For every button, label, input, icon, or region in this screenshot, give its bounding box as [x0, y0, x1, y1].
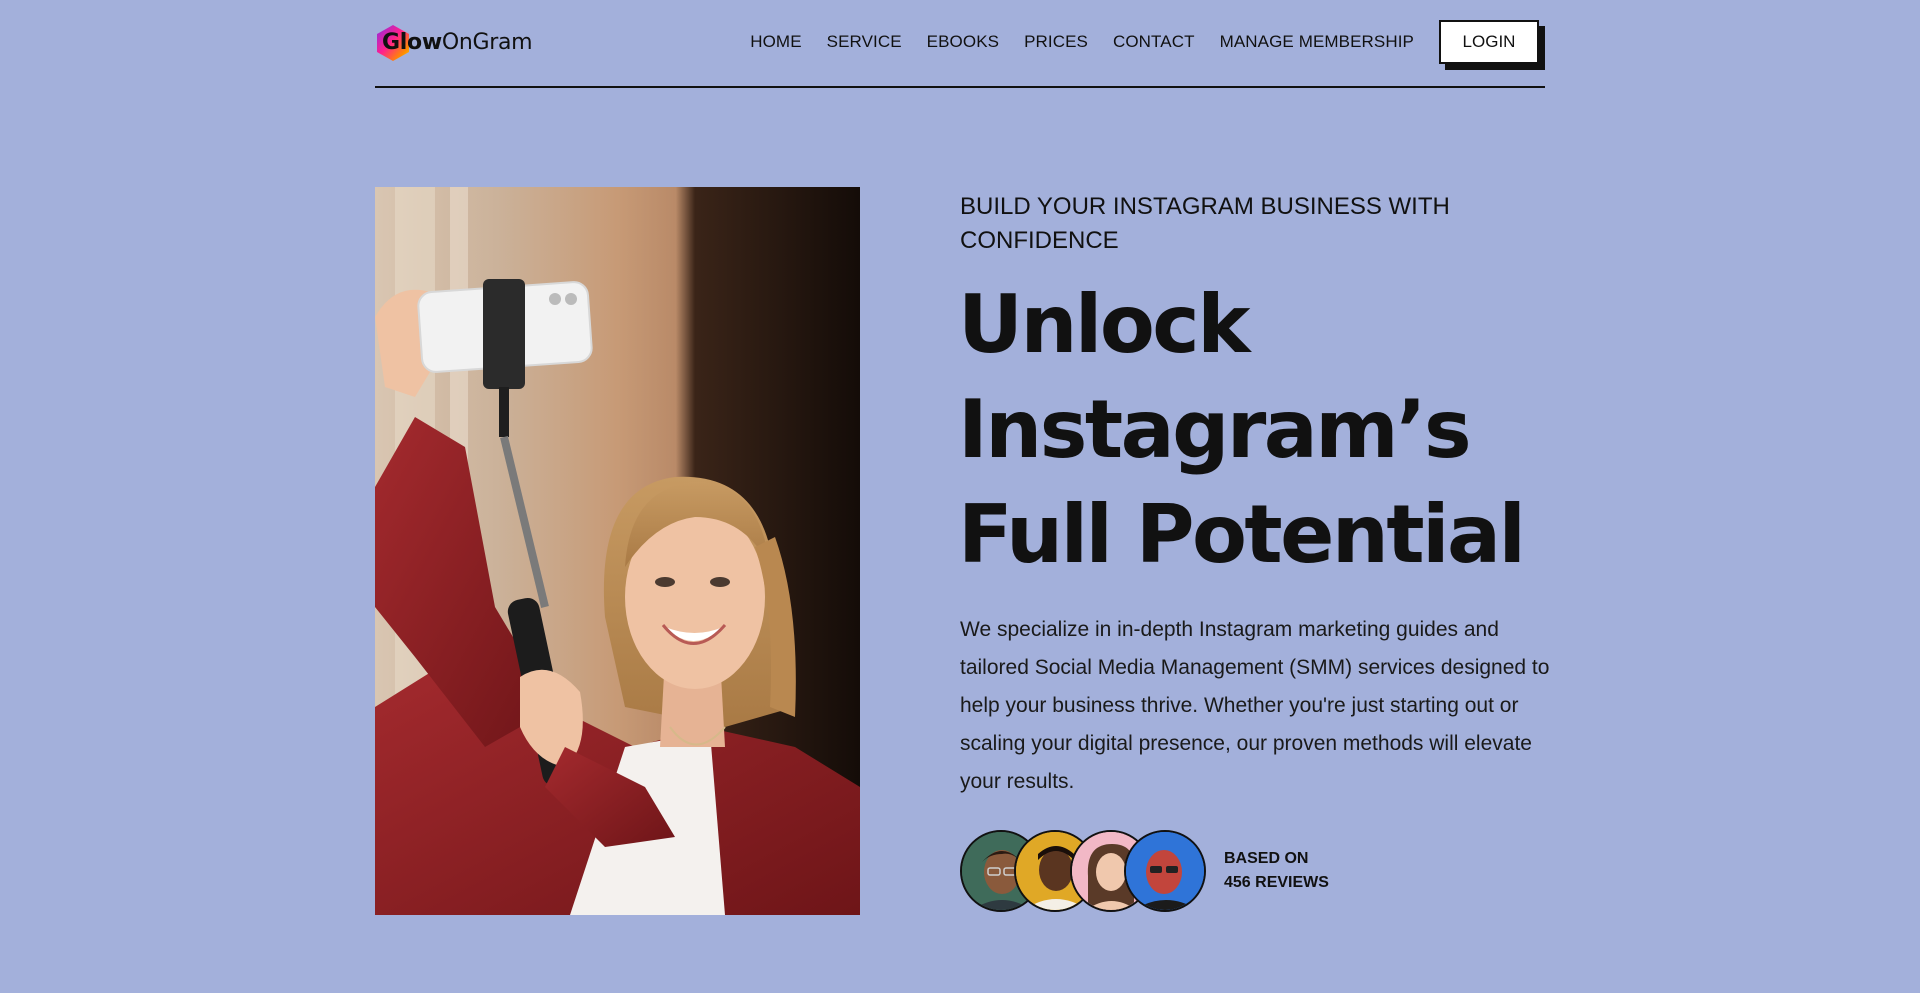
hero-headline: Unlock Instagram’s Full Potential: [958, 272, 1558, 587]
woman-taking-selfie-photo-icon: [375, 187, 860, 915]
reviewer-avatars: [960, 830, 1206, 912]
brand-name: GlowOnGram: [382, 29, 533, 55]
reviewer-avatar-4-icon: [1124, 830, 1206, 912]
site-header: GlowOnGram HOME SERVICE EBOOKS PRICES CO…: [375, 18, 1545, 88]
main-nav: HOME SERVICE EBOOKS PRICES CONTACT MANAG…: [750, 20, 1545, 64]
nav-ebooks[interactable]: EBOOKS: [927, 32, 999, 52]
nav-contact[interactable]: CONTACT: [1113, 32, 1195, 52]
hero-eyebrow: BUILD YOUR INSTAGRAM BUSINESS WITH CONFI…: [960, 193, 1450, 254]
headline-line-1: Unlock: [958, 278, 1250, 371]
nav-manage-membership[interactable]: MANAGE MEMBERSHIP: [1220, 32, 1414, 52]
headline-line-2: Instagram’s: [958, 383, 1472, 476]
headline-line-3: Full Potential: [958, 488, 1526, 581]
reviews-line-2: 456 REVIEWS: [1224, 874, 1329, 891]
hero-description: We specialize in in-depth Instagram mark…: [960, 618, 1550, 793]
brand-logo[interactable]: GlowOnGram: [375, 22, 533, 62]
nav-home[interactable]: HOME: [750, 32, 801, 52]
reviews-count-text: BASED ON 456 REVIEWS: [1224, 847, 1329, 895]
nav-service[interactable]: SERVICE: [827, 32, 902, 52]
nav-prices[interactable]: PRICES: [1024, 32, 1088, 52]
hero-image: [375, 187, 860, 915]
login-button[interactable]: LOGIN: [1439, 20, 1539, 64]
reviews-summary: BASED ON 456 REVIEWS: [960, 830, 1329, 912]
reviews-line-1: BASED ON: [1224, 850, 1309, 867]
page: GlowOnGram HOME SERVICE EBOOKS PRICES CO…: [0, 0, 1920, 993]
